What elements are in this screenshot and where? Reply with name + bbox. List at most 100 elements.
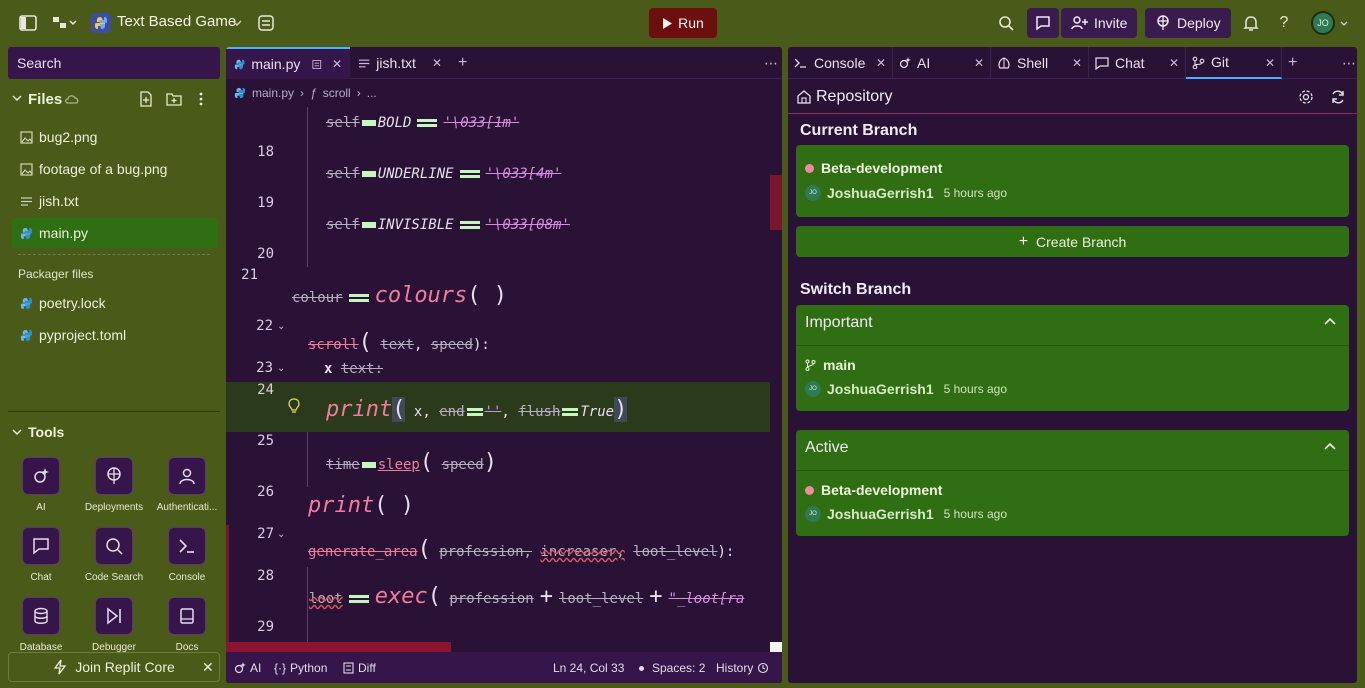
branch-item-main[interactable]: main <box>805 357 856 373</box>
project-switcher-icon[interactable] <box>48 11 80 35</box>
chevron-down-icon[interactable] <box>1339 11 1349 35</box>
search-icon[interactable] <box>994 11 1018 35</box>
close-icon[interactable]: ✕ <box>1169 56 1179 70</box>
project-name[interactable]: Text Based Game <box>117 13 236 30</box>
tool-debugger[interactable]: Debugger <box>78 597 150 654</box>
play-icon <box>663 17 673 29</box>
tab-main-py[interactable]: main.py ✕ <box>226 47 350 79</box>
tool-database[interactable]: Database <box>5 597 77 654</box>
file-item-pyproject-toml[interactable]: pyproject.toml <box>12 320 218 350</box>
chevron-down-icon[interactable] <box>231 11 243 35</box>
tool-ai[interactable]: AI <box>5 457 77 513</box>
tab-console[interactable]: Console ✕ <box>788 47 893 79</box>
file-item-jish[interactable]: jish.txt <box>12 186 218 216</box>
chat-icon <box>33 538 49 555</box>
line-number: 18 <box>257 144 274 160</box>
help-icon[interactable]: ? <box>1272 11 1296 35</box>
chevron-up-icon[interactable] <box>1324 317 1336 325</box>
user-avatar[interactable]: JO <box>1311 11 1335 35</box>
close-icon[interactable]: ✕ <box>202 659 214 676</box>
close-icon[interactable]: ✕ <box>432 56 442 70</box>
python-project-icon <box>91 13 111 33</box>
tool-authentication[interactable]: Authenticati... <box>151 457 223 513</box>
status-history[interactable]: History <box>716 661 769 675</box>
breadcrumb-symbol[interactable]: scroll <box>323 86 351 100</box>
close-icon[interactable]: ✕ <box>876 56 886 70</box>
tool-chat[interactable]: Chat <box>5 527 77 583</box>
new-file-icon[interactable] <box>139 91 153 107</box>
fold-chevron-icon[interactable]: ⌄ <box>277 363 285 374</box>
code-editor[interactable]: main.py ✕ jish.txt ✕ + ⋯ main.py › ƒ scr… <box>226 47 782 683</box>
deploy-button[interactable]: Deploy <box>1145 8 1231 38</box>
status-cursor-position[interactable]: Ln 24, Col 33 <box>553 661 624 675</box>
braces-icon: {·} <box>274 661 287 675</box>
more-options-icon[interactable]: ⋯ <box>1336 47 1356 79</box>
repository-title: Repository <box>816 88 893 105</box>
run-button[interactable]: Run <box>649 8 717 38</box>
file-item-bug2[interactable]: bug2.png <box>12 122 218 152</box>
join-replit-core-button[interactable]: Join Replit Core <box>8 652 220 682</box>
chevron-down-icon[interactable] <box>12 426 22 438</box>
repository-icon <box>797 90 811 104</box>
book-icon <box>180 608 194 624</box>
tool-console[interactable]: Console <box>151 527 223 583</box>
more-options-icon[interactable] <box>199 92 203 106</box>
git-branch-icon <box>1192 56 1205 69</box>
new-folder-icon[interactable] <box>166 92 182 106</box>
notifications-icon[interactable] <box>1239 11 1263 35</box>
code-line: time sleep( speed) <box>326 450 497 475</box>
tool-code-search[interactable]: Code Search <box>78 527 150 583</box>
code-line: generate_area( profession, increaser, lo… <box>308 537 735 562</box>
panel-tab-bar: Console ✕ AI ✕ Shell ✕ Chat ✕ Git ✕ + ⋯ <box>788 47 1357 79</box>
close-icon[interactable]: ✕ <box>1072 56 1082 70</box>
file-item-footage-of-a-bug[interactable]: footage of a bug.png <box>12 154 218 184</box>
chevron-down-icon[interactable] <box>12 92 22 104</box>
status-language[interactable]: {·} Python <box>274 661 327 675</box>
lightbulb-icon[interactable] <box>288 398 300 414</box>
code-line: loot exec( profession + loot_level + "_loot[r… <box>309 584 745 609</box>
file-item-poetry-lock[interactable]: poetry.lock <box>12 288 218 318</box>
close-icon[interactable]: ✕ <box>1265 56 1275 70</box>
breadcrumb-file[interactable]: main.py <box>252 86 294 100</box>
close-icon[interactable]: ✕ <box>332 57 342 71</box>
lightning-icon <box>53 659 67 675</box>
file-name: pyproject.toml <box>39 327 127 343</box>
fold-chevron-icon[interactable]: ⌄ <box>277 529 285 540</box>
more-options-icon[interactable]: ⋯ <box>756 47 782 79</box>
tab-shell[interactable]: Shell ✕ <box>991 47 1089 79</box>
breadcrumb: main.py › ƒ scroll › ... <box>226 80 782 106</box>
status-diff[interactable]: Diff <box>343 661 376 675</box>
user-icon <box>179 468 195 485</box>
file-name: poetry.lock <box>39 295 106 311</box>
tab-jish-txt[interactable]: jish.txt ✕ <box>350 47 450 79</box>
image-icon <box>20 130 33 144</box>
current-branch-card[interactable]: Beta-development JO JoshuaGerrish1 5 hou… <box>796 145 1349 217</box>
invite-button[interactable]: Invite <box>1061 8 1138 38</box>
settings-gear-icon[interactable] <box>1298 89 1314 105</box>
sidebar-toggle-icon[interactable] <box>16 11 40 35</box>
active-branches-group: Active Beta-development JO JoshuaGerrish… <box>796 430 1349 536</box>
file-item-main-py[interactable]: main.py <box>12 218 218 248</box>
tool-deployments[interactable]: Deployments <box>78 457 150 513</box>
close-icon[interactable]: ✕ <box>974 56 984 70</box>
status-ai[interactable]: AI <box>234 661 261 675</box>
tab-git[interactable]: Git ✕ <box>1186 47 1282 79</box>
tab-overview-icon[interactable] <box>254 11 278 35</box>
chevron-up-icon[interactable] <box>1324 442 1336 450</box>
status-spaces[interactable]: Spaces: 2 <box>639 661 705 675</box>
status-dot-icon <box>805 163 814 173</box>
fold-chevron-icon[interactable]: ⌄ <box>277 321 285 332</box>
tool-docs[interactable]: Docs <box>151 597 223 654</box>
refresh-icon[interactable] <box>1330 89 1346 105</box>
search-input[interactable]: Search <box>8 47 220 79</box>
tab-ai[interactable]: AI ✕ <box>893 47 991 79</box>
add-tab-icon[interactable]: + <box>1282 47 1312 79</box>
horizontal-scrollbar[interactable] <box>226 642 451 652</box>
tab-chat[interactable]: Chat ✕ <box>1089 47 1186 79</box>
breadcrumb-more[interactable]: ... <box>367 86 377 100</box>
ai-icon <box>234 662 246 674</box>
branch-item-beta-development[interactable]: Beta-development <box>805 482 942 498</box>
create-branch-button[interactable]: + Create Branch <box>796 226 1349 257</box>
chat-button[interactable] <box>1027 8 1059 38</box>
add-tab-icon[interactable]: + <box>450 47 475 79</box>
